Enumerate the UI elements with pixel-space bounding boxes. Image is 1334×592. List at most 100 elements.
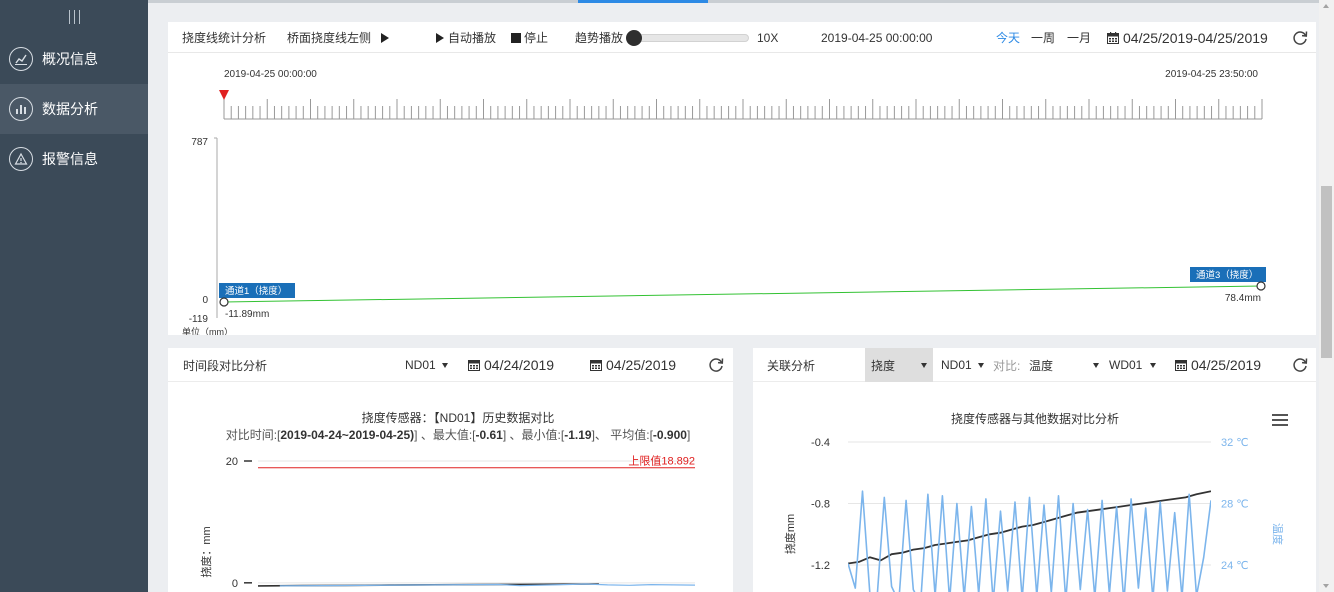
channel1-value: -11.89mm xyxy=(225,309,269,320)
refresh-button[interactable] xyxy=(1291,348,1309,382)
scroll-down-icon[interactable] xyxy=(1323,584,1329,588)
chart-menu-button[interactable] xyxy=(1272,414,1288,426)
refresh-icon xyxy=(1293,358,1308,372)
chevron-down-icon xyxy=(921,362,927,368)
left-axis-label: 挠度mm xyxy=(783,514,797,554)
refresh-icon xyxy=(1293,30,1308,45)
date1-text: 04/24/2019 xyxy=(484,357,555,373)
chevron-down-icon xyxy=(977,362,984,368)
channel1-tag-text: 通道1（挠度） xyxy=(225,285,287,297)
refresh-button[interactable] xyxy=(1291,22,1309,53)
time-ruler[interactable] xyxy=(223,99,1263,120)
deflection-line xyxy=(223,285,1262,303)
date-picker[interactable]: 04/25/2019 xyxy=(1175,348,1261,382)
auto-play-button[interactable]: 自动播放 xyxy=(436,22,496,53)
deflection-line-label: 桥面挠度线左侧 xyxy=(287,31,372,45)
date2-text: 04/25/2019 xyxy=(606,357,677,373)
scrollbar-thumb[interactable] xyxy=(1321,186,1332,358)
play-icon xyxy=(436,32,444,43)
stop-label: 停止 xyxy=(524,31,549,45)
channel3-tag-text: 通道3（挠度） xyxy=(1196,269,1258,281)
sensor-select[interactable]: ND01 xyxy=(405,348,448,382)
sensor-select-value: ND01 xyxy=(405,358,436,372)
play-icon[interactable] xyxy=(381,32,390,43)
range-month-link[interactable]: 一月 xyxy=(1067,22,1091,53)
compare-metric-select[interactable]: 温度 xyxy=(1029,348,1100,382)
current-time: 2019-04-25 00:00:00 xyxy=(821,30,933,45)
period-compare-panel: 时间段对比分析 ND01 04/24/2019 04/25/2019 挠度传感器… xyxy=(168,348,733,592)
y-max-label: 787 xyxy=(191,137,208,148)
bar-chart-icon xyxy=(9,97,33,121)
sidebar-item-data-analysis[interactable]: 数据分析 xyxy=(0,84,148,134)
left-tick-label: -0.8 xyxy=(811,499,830,511)
compare-sensor-select[interactable]: WD01 xyxy=(1109,348,1157,382)
calendar-icon xyxy=(1107,31,1119,44)
timeline-chart: 2019-04-25 00:00:00 2019-04-25 23:50:00 … xyxy=(168,53,1316,335)
series-line-1 xyxy=(279,583,696,587)
correlation-panel: 关联分析 挠度 ND01 对比: 温度 WD01 04/25/2019 挠度传感… xyxy=(753,348,1316,592)
chevron-down-icon xyxy=(441,362,448,368)
series-line-1 xyxy=(848,490,1211,592)
channel1-point[interactable] xyxy=(219,297,229,307)
y-tick-label: 20 xyxy=(226,456,238,468)
y-zero-label: 0 xyxy=(202,295,208,306)
sidebar-item-label: 数据分析 xyxy=(42,101,98,117)
calendar-icon xyxy=(468,360,480,371)
compare-sensor-value: WD01 xyxy=(1109,358,1143,372)
upper-limit-label: 上限值18.892 xyxy=(628,455,695,468)
date-range-picker[interactable]: 04/25/2019-04/25/2019 xyxy=(1107,22,1268,53)
sensor-select[interactable]: ND01 xyxy=(941,348,984,382)
chart-title: 挠度传感器与其他数据对比分析 xyxy=(951,411,1119,426)
calendar-icon xyxy=(1175,360,1187,371)
panel-title: 时间段对比分析 xyxy=(183,358,268,373)
stop-button[interactable]: 停止 xyxy=(511,22,548,53)
metric-select-value: 挠度 xyxy=(871,358,896,373)
main-content: 挠度线统计分析 桥面挠度线左侧 自动播放 停止 趋势播放 10X 2019-04… xyxy=(148,0,1334,592)
sensor-select-value: ND01 xyxy=(941,358,972,372)
calendar-icon xyxy=(590,360,602,371)
panel-title: 挠度线统计分析 xyxy=(182,31,267,45)
trend-play-label: 趋势播放 xyxy=(575,31,624,45)
date1-picker[interactable]: 04/24/2019 xyxy=(468,348,554,382)
speed-slider[interactable] xyxy=(626,22,749,53)
page-scrollbar[interactable] xyxy=(1319,0,1334,592)
chart-title: 挠度传感器：【ND01】历史数据对比 xyxy=(362,410,555,425)
right-tick-label: 32 ℃ xyxy=(1221,437,1249,449)
scroll-up-icon[interactable] xyxy=(1323,4,1329,8)
date-range-text: 04/25/2019-04/25/2019 xyxy=(1123,29,1268,46)
trend-chart-icon xyxy=(9,47,33,71)
chevron-down-icon xyxy=(1150,362,1157,368)
range-today-link[interactable]: 今天 xyxy=(996,22,1020,53)
sidebar-item-alarm[interactable]: 报警信息 xyxy=(0,134,148,184)
sidebar-item-overview[interactable]: 概况信息 xyxy=(0,34,148,84)
sidebar-collapse-toggle[interactable] xyxy=(0,0,148,34)
correlation-chart: 挠度传感器与其他数据对比分析 -0.4 -0.8 -1.2 32 ℃ 28 ℃ 24 ℃ … xyxy=(753,382,1316,592)
channel3-point[interactable] xyxy=(1256,281,1266,291)
slider-handle[interactable] xyxy=(626,29,642,46)
range-week-link[interactable]: 一周 xyxy=(1031,22,1055,53)
left-tick-label: -0.4 xyxy=(811,437,830,449)
metric-select[interactable]: 挠度 xyxy=(865,348,933,382)
unit-label: 单位（mm） xyxy=(182,326,233,335)
deflection-timeline-panel: 挠度线统计分析 桥面挠度线左侧 自动播放 停止 趋势播放 10X 2019-04… xyxy=(168,22,1316,335)
sidebar: 概况信息 数据分析 报警信息 xyxy=(0,0,148,592)
deflection-line-selector[interactable]: 桥面挠度线左侧 xyxy=(287,22,390,53)
date2-picker[interactable]: 04/25/2019 xyxy=(590,348,676,382)
top-progress-line xyxy=(148,0,1334,3)
start-time-label: 2019-04-25 00:00:00 xyxy=(224,69,317,80)
refresh-button[interactable] xyxy=(707,348,725,382)
right-axis-label: 温度 xyxy=(1271,523,1285,545)
menu-icon xyxy=(68,10,80,24)
y-tick-label: 0 xyxy=(232,578,238,590)
period-compare-chart: 挠度传感器：【ND01】历史数据对比 对比时间:[2019-04-24~2019… xyxy=(168,382,733,592)
refresh-icon xyxy=(709,358,724,372)
period-compare-header: 时间段对比分析 ND01 04/24/2019 04/25/2019 xyxy=(168,348,733,382)
chart-subtitle: 对比时间:[2019-04-24~2019-04-25)] 、最大值:[-0.6… xyxy=(226,427,691,442)
date-text: 04/25/2019 xyxy=(1191,357,1262,373)
left-tick-label: -1.2 xyxy=(811,560,830,572)
time-cursor-marker[interactable] xyxy=(219,90,229,100)
timeline-toolbar: 挠度线统计分析 桥面挠度线左侧 自动播放 停止 趋势播放 10X 2019-04… xyxy=(168,22,1316,53)
auto-play-label: 自动播放 xyxy=(448,31,497,45)
channel3-value: 78.4mm xyxy=(1225,293,1261,304)
sidebar-item-label: 概况信息 xyxy=(42,51,98,67)
